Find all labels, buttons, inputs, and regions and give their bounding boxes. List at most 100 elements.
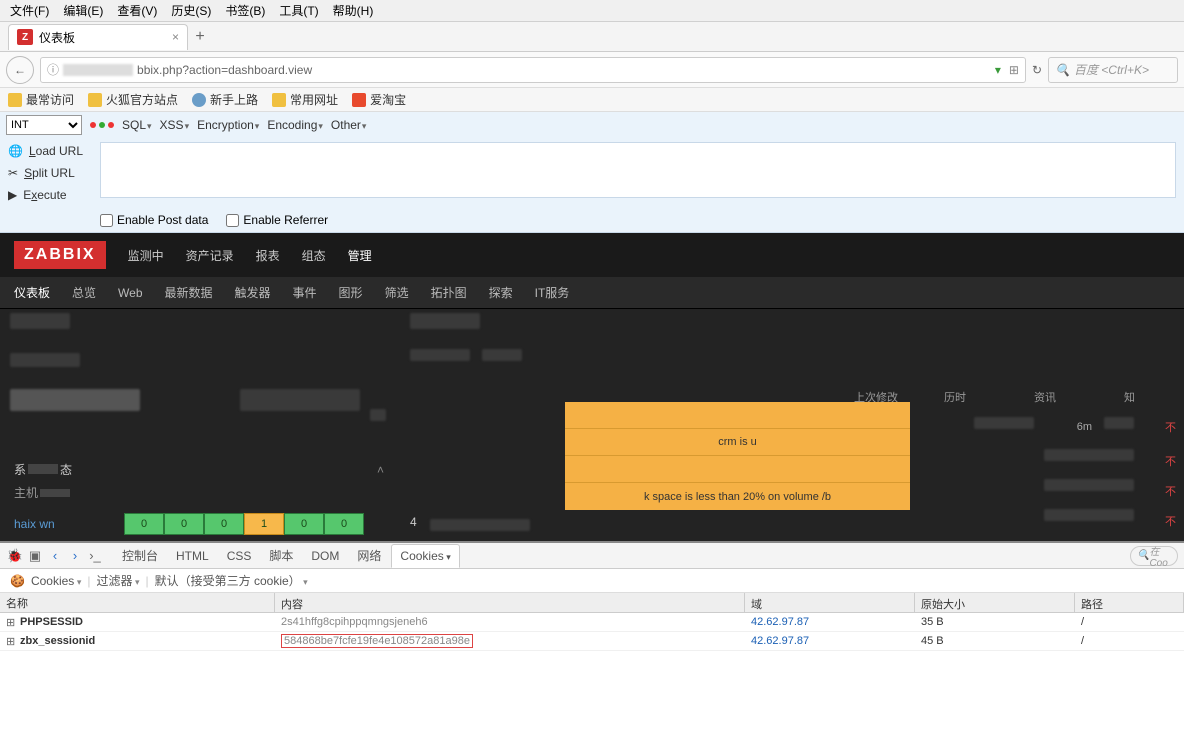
reload-icon[interactable]: ↻ bbox=[1032, 63, 1042, 77]
status-cell[interactable]: 0 bbox=[124, 513, 164, 535]
subnav-triggers[interactable]: 触发器 bbox=[235, 284, 271, 301]
new-tab-button[interactable]: + bbox=[188, 25, 212, 49]
nav-monitoring[interactable]: 监测中 bbox=[128, 249, 164, 263]
menu-bookmarks[interactable]: 书签(B) bbox=[219, 0, 271, 21]
status-cell[interactable]: 0 bbox=[204, 513, 244, 535]
search-box[interactable]: 🔍 百度 <Ctrl+K> bbox=[1048, 57, 1178, 83]
search-placeholder: 百度 <Ctrl+K> bbox=[1074, 61, 1149, 78]
subnav-maps[interactable]: 拓扑图 bbox=[431, 284, 467, 301]
status-cell[interactable]: 0 bbox=[284, 513, 324, 535]
zabbix-body: 系态 ˄ 主机 haix wn 0 0 0 1 0 0 bbox=[0, 309, 1184, 541]
bookmark-firefox-official[interactable]: 火狐官方站点 bbox=[88, 91, 178, 108]
bookmark-newbie[interactable]: 新手上路 bbox=[192, 91, 258, 108]
menu-view[interactable]: 查看(V) bbox=[111, 0, 163, 21]
host-row: haix wn 0 0 0 1 0 0 bbox=[14, 513, 394, 535]
hackbar-check-referrer[interactable]: Enable Referrer bbox=[226, 213, 328, 227]
menu-tools[interactable]: 工具(T) bbox=[273, 0, 324, 21]
hackbar-execute[interactable]: ▶Execute bbox=[8, 188, 92, 202]
menu-file[interactable]: 文件(F) bbox=[4, 0, 55, 21]
tab-close-icon[interactable]: × bbox=[172, 30, 179, 44]
highlighted-value: 584868be7fcfe19fe4e108572a81a98e bbox=[281, 634, 473, 648]
info-icon: ⓘ bbox=[47, 61, 59, 78]
status-cells: 0 0 0 1 0 0 bbox=[124, 513, 364, 535]
system-status-widget: 系态 ˄ 主机 bbox=[14, 457, 384, 503]
devtools-panel: 🐞 ▣ ‹ › ›_ 控制台 HTML CSS 脚本 DOM 网络 Cookie… bbox=[0, 541, 1184, 651]
devtools-tab-css[interactable]: CSS bbox=[219, 545, 260, 567]
subnav-overview[interactable]: 总览 bbox=[72, 284, 96, 301]
subnav-web[interactable]: Web bbox=[118, 286, 142, 300]
grid-icon[interactable]: ⊞ bbox=[1009, 63, 1019, 77]
nav-next-icon[interactable]: › bbox=[66, 547, 84, 565]
status-cell[interactable]: 0 bbox=[164, 513, 204, 535]
split-icon: ✂ bbox=[8, 166, 18, 180]
status-cell[interactable]: 0 bbox=[324, 513, 364, 535]
subnav-filter[interactable]: 筛选 bbox=[385, 284, 409, 301]
alert-row[interactable]: crm is u bbox=[565, 429, 910, 456]
chevron-up-icon[interactable]: ˄ bbox=[377, 463, 384, 477]
traffic-dots bbox=[90, 122, 114, 128]
subnav-graphs[interactable]: 图形 bbox=[339, 284, 363, 301]
panel-r-count: 4 bbox=[410, 515, 417, 529]
subnav-latest[interactable]: 最新数据 bbox=[165, 284, 213, 301]
bookmark-common-urls[interactable]: 常用网址 bbox=[272, 91, 338, 108]
expand-icon[interactable]: ⊞ bbox=[6, 616, 16, 629]
cookies-dropdown[interactable]: Cookies bbox=[31, 574, 81, 588]
hackbar-textarea[interactable] bbox=[100, 142, 1176, 198]
nav-prev-icon[interactable]: ‹ bbox=[46, 547, 64, 565]
alert-row[interactable] bbox=[565, 402, 910, 429]
subnav-dashboard[interactable]: 仪表板 bbox=[14, 284, 50, 301]
menu-history[interactable]: 历史(S) bbox=[165, 0, 217, 21]
console-icon[interactable]: ›_ bbox=[86, 547, 104, 565]
bookmark-aitaobao[interactable]: 爱淘宝 bbox=[352, 91, 406, 108]
bug-icon[interactable]: 🐞 bbox=[6, 547, 24, 565]
menu-edit[interactable]: 编辑(E) bbox=[57, 0, 109, 21]
nav-inventory[interactable]: 资产记录 bbox=[186, 249, 234, 263]
devtools-tab-network[interactable]: 网络 bbox=[349, 543, 389, 568]
hackbar-split-url[interactable]: ✂Split URL bbox=[8, 166, 92, 180]
alert-row[interactable]: k space is less than 20% on volume /b bbox=[565, 483, 910, 510]
hackbar-menu-encoding[interactable]: Encoding bbox=[267, 118, 323, 132]
cookie-row[interactable]: ⊞zbx_sessionid 584868be7fcfe19fe4e108572… bbox=[0, 632, 1184, 651]
tab-favicon: Z bbox=[17, 29, 33, 45]
default-dropdown[interactable]: 默认（接受第三方 cookie） bbox=[155, 572, 308, 589]
devtools-tab-scripts[interactable]: 脚本 bbox=[261, 543, 301, 568]
nav-back-button[interactable]: ← bbox=[6, 56, 34, 84]
nav-config[interactable]: 组态 bbox=[302, 249, 326, 263]
host-name-link[interactable]: haix wn bbox=[14, 517, 124, 531]
cookies-panel-icon[interactable]: 🍪 bbox=[10, 574, 25, 588]
inspect-icon[interactable]: ▣ bbox=[26, 547, 44, 565]
nav-admin[interactable]: 管理 bbox=[348, 249, 372, 263]
subnav-itservices[interactable]: IT服务 bbox=[535, 284, 570, 301]
expand-icon[interactable]: ⊞ bbox=[6, 635, 16, 648]
menu-help[interactable]: 帮助(H) bbox=[327, 0, 380, 21]
alert-row[interactable] bbox=[565, 456, 910, 483]
hackbar-menu-sql[interactable]: SQL bbox=[122, 118, 152, 132]
hackbar-menu-other[interactable]: Other bbox=[331, 118, 367, 132]
subnav-events[interactable]: 事件 bbox=[293, 284, 317, 301]
url-text: bbix.php?action=dashboard.view bbox=[137, 63, 312, 77]
search-icon: 🔍 bbox=[1137, 550, 1149, 561]
subnav-discovery[interactable]: 探索 bbox=[489, 284, 513, 301]
cookie-row[interactable]: ⊞PHPSESSID 2s41hffg8cpihppqmngsjeneh6 42… bbox=[0, 613, 1184, 632]
status-cell-warn[interactable]: 1 bbox=[244, 513, 284, 535]
hackbar-panel: INT SQL XSS Encryption Encoding Other 🌐L… bbox=[0, 112, 1184, 233]
hackbar-menu-encryption[interactable]: Encryption bbox=[197, 118, 259, 132]
browser-tab[interactable]: Z 仪表板 × bbox=[8, 24, 188, 50]
hackbar-menu-xss[interactable]: XSS bbox=[160, 118, 190, 132]
devtools-search[interactable]: 🔍在 Coo bbox=[1130, 546, 1178, 566]
alert-flag: 不 bbox=[1165, 419, 1176, 435]
filter-dropdown[interactable]: 过滤器 bbox=[96, 572, 139, 589]
devtools-tab-console[interactable]: 控制台 bbox=[114, 543, 166, 568]
hackbar-check-post[interactable]: Enable Post data bbox=[100, 213, 208, 227]
alert-flag: 不 bbox=[1165, 483, 1176, 499]
hackbar-type-select[interactable]: INT bbox=[6, 115, 82, 135]
zabbix-logo: ZABBIX bbox=[14, 241, 106, 269]
search-icon: 🔍 bbox=[1055, 63, 1070, 77]
bookmark-most-visited[interactable]: 最常访问 bbox=[8, 91, 74, 108]
hackbar-load-url[interactable]: 🌐Load URL bbox=[8, 144, 92, 158]
devtools-tab-dom[interactable]: DOM bbox=[303, 545, 347, 567]
nav-reports[interactable]: 报表 bbox=[256, 249, 280, 263]
url-field[interactable]: ⓘ bbix.php?action=dashboard.view ▾ ⊞ bbox=[40, 57, 1026, 83]
devtools-tab-html[interactable]: HTML bbox=[168, 545, 217, 567]
devtools-tab-cookies[interactable]: Cookies bbox=[391, 544, 459, 568]
